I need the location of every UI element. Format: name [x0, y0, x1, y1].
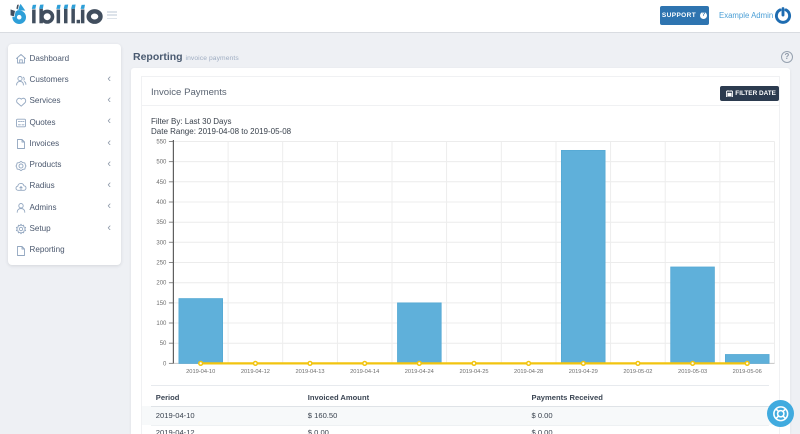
svg-text:400: 400	[156, 200, 167, 206]
svg-text:500: 500	[156, 160, 167, 166]
svg-text:450: 450	[156, 180, 167, 186]
svg-text:2019-04-28: 2019-04-28	[514, 369, 543, 375]
svg-text:2019-05-02: 2019-05-02	[623, 369, 652, 375]
svg-text:2019-05-03: 2019-05-03	[678, 369, 707, 375]
svg-text:2019-04-12: 2019-04-12	[241, 369, 270, 375]
svg-text:2019-04-14: 2019-04-14	[350, 369, 379, 375]
svg-text:2019-04-29: 2019-04-29	[569, 369, 598, 375]
svg-text:550: 550	[156, 140, 167, 146]
svg-text:250: 250	[156, 261, 167, 267]
svg-text:2019-05-06: 2019-05-06	[733, 369, 762, 375]
svg-text:300: 300	[156, 240, 167, 246]
svg-text:2019-04-13: 2019-04-13	[295, 369, 324, 375]
svg-text:2019-04-24: 2019-04-24	[405, 369, 434, 375]
svg-text:150: 150	[156, 301, 167, 307]
svg-text:50: 50	[160, 341, 167, 347]
svg-text:100: 100	[156, 321, 167, 327]
svg-text:2019-04-25: 2019-04-25	[459, 369, 488, 375]
svg-text:350: 350	[156, 220, 167, 226]
svg-text:200: 200	[156, 281, 167, 287]
svg-text:0: 0	[163, 361, 167, 367]
svg-text:2019-04-10: 2019-04-10	[186, 369, 215, 375]
